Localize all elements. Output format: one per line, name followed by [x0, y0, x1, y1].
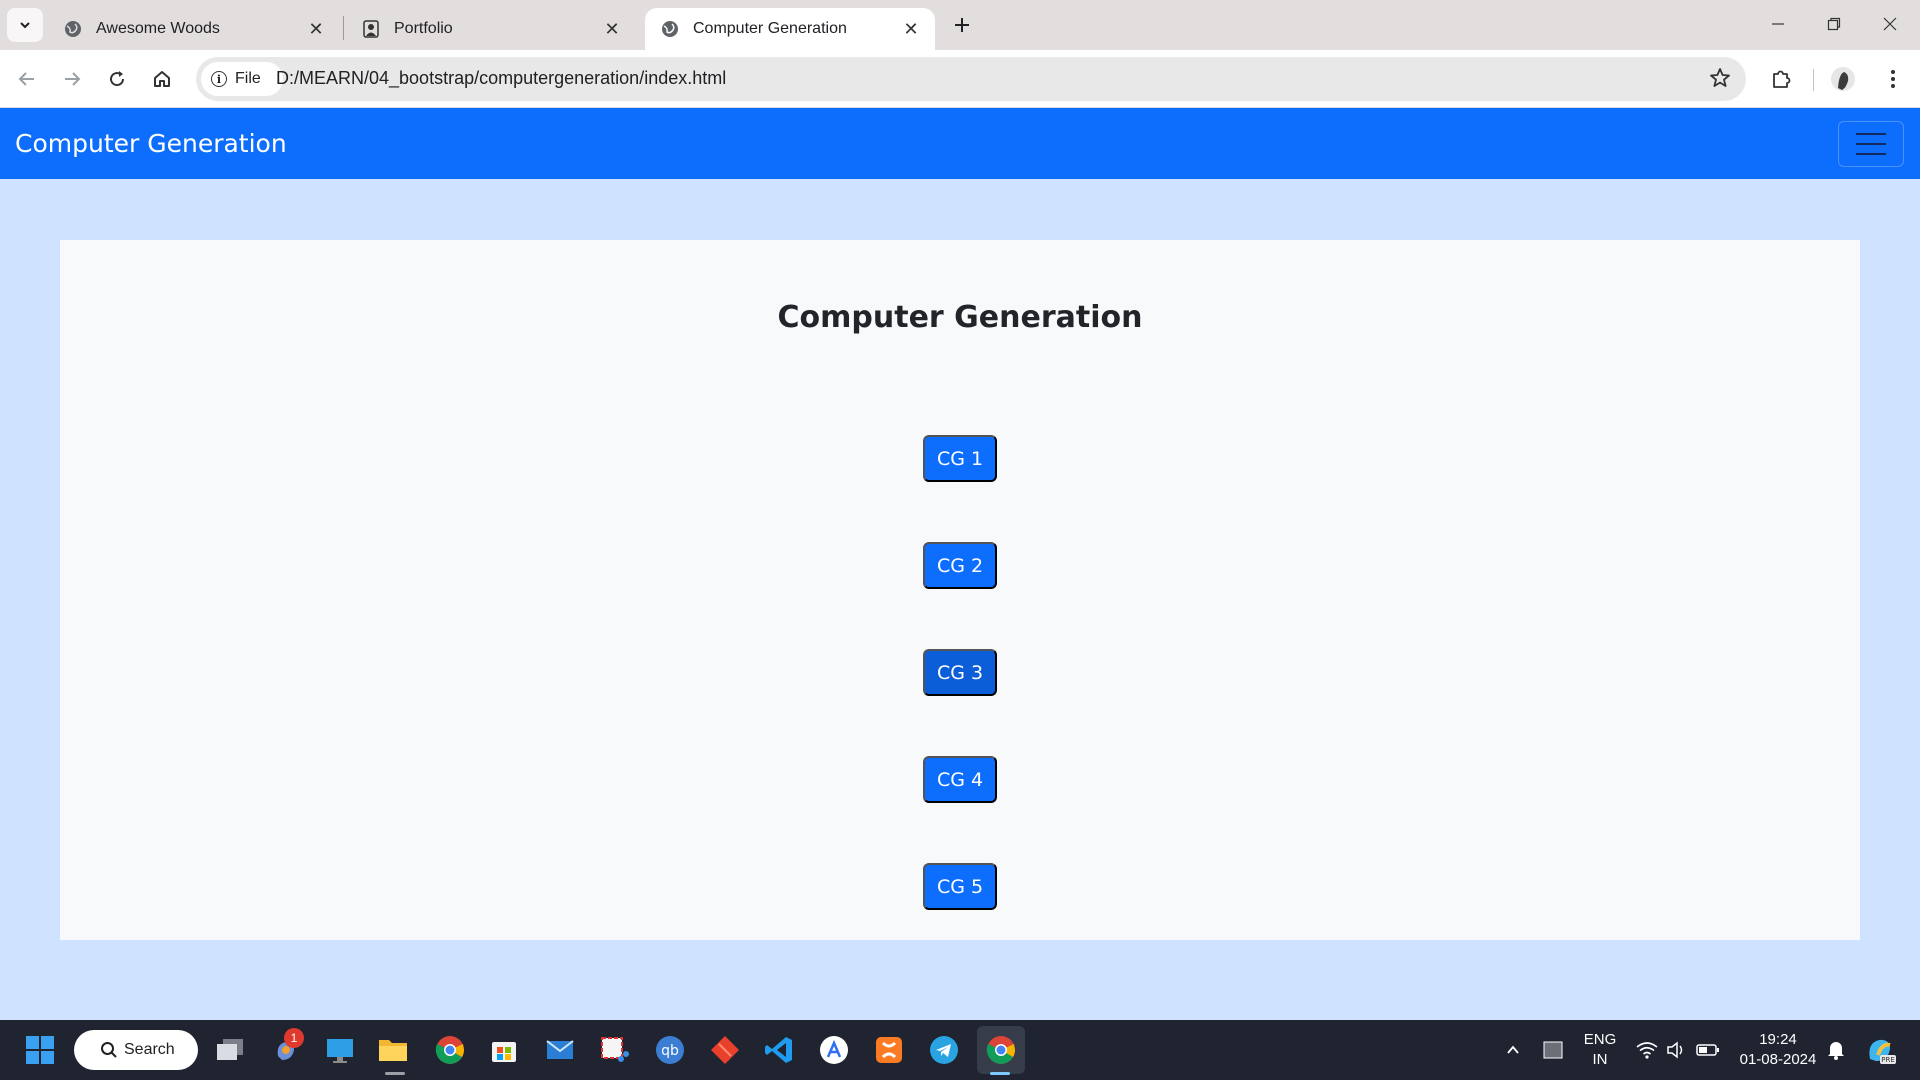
taskbar-search-label: Search — [124, 1041, 175, 1058]
restore-icon — [1827, 17, 1841, 31]
language-indicator[interactable]: ENG IN — [1578, 1030, 1622, 1070]
home-button[interactable] — [145, 62, 179, 96]
cg-5-button[interactable]: CG 5 — [923, 863, 997, 910]
windows-start-icon[interactable] — [24, 1034, 56, 1066]
tray-app-icon[interactable] — [1537, 1034, 1569, 1066]
page-title: Computer Generation — [777, 300, 1143, 335]
search-icon — [101, 1042, 117, 1058]
tab-title: Computer Generation — [693, 20, 847, 37]
cg-3-button[interactable]: CG 3 — [923, 649, 997, 696]
tab-awesome-woods[interactable]: Awesome Woods ✕ — [48, 8, 340, 50]
chevron-up-icon[interactable] — [1497, 1034, 1529, 1066]
site-chip-label: File — [235, 70, 261, 87]
language-code: ENG — [1583, 1031, 1617, 1048]
close-window-button[interactable] — [1862, 0, 1918, 48]
chevron-down-icon — [20, 22, 30, 29]
navbar-toggler-button[interactable] — [1838, 121, 1904, 167]
toolbar-divider — [1813, 69, 1814, 91]
user-portfolio-icon — [362, 20, 380, 38]
notification-badge: 1 — [284, 1028, 304, 1048]
region-code: IN — [1592, 1051, 1608, 1068]
chrome-active-icon[interactable] — [985, 1034, 1017, 1066]
cg-2-button[interactable]: CG 2 — [923, 542, 997, 589]
snipping-tool-icon[interactable] — [598, 1034, 630, 1066]
wifi-icon[interactable] — [1631, 1034, 1663, 1066]
active-app-indicator — [990, 1072, 1010, 1075]
chrome-icon[interactable] — [434, 1034, 466, 1066]
reload-icon — [110, 71, 125, 87]
close-icon[interactable]: ✕ — [899, 17, 923, 41]
battery-icon[interactable] — [1692, 1034, 1724, 1066]
volume-icon[interactable] — [1660, 1034, 1692, 1066]
copilot-pre-icon[interactable]: PRE — [1864, 1034, 1896, 1066]
browser-tab-strip: Awesome Woods ✕ Portfolio ✕ Computer Gen… — [0, 0, 1920, 50]
page-navbar: Computer Generation — [0, 108, 1920, 179]
svg-text:qb: qb — [661, 1043, 679, 1059]
running-indicator — [385, 1072, 405, 1075]
mail-icon[interactable] — [544, 1034, 576, 1066]
globe-icon — [64, 20, 82, 38]
hamburger-icon-line — [1856, 133, 1886, 135]
xampp-icon[interactable] — [873, 1034, 905, 1066]
browser-toolbar: i File D:/MEARN/04_bootstrap/computergen… — [0, 50, 1920, 108]
profile-button[interactable] — [1826, 62, 1860, 96]
url-text[interactable]: D:/MEARN/04_bootstrap/computergeneration… — [276, 68, 726, 89]
cg-1-button[interactable]: CG 1 — [923, 435, 997, 482]
qbittorrent-icon[interactable]: qb — [654, 1034, 686, 1066]
more-vertical-icon — [1891, 70, 1895, 88]
desktop-icon[interactable] — [324, 1034, 356, 1066]
address-bar[interactable]: i File D:/MEARN/04_bootstrap/computergen… — [196, 57, 1746, 101]
tab-title: Awesome Woods — [96, 20, 220, 37]
file-explorer-icon[interactable] — [377, 1034, 409, 1066]
reload-button[interactable] — [100, 62, 134, 96]
forward-arrow-icon — [65, 72, 81, 86]
clock-time: 19:24 — [1759, 1031, 1797, 1048]
git-icon[interactable] — [709, 1034, 741, 1066]
task-view-icon[interactable] — [214, 1034, 246, 1066]
close-icon[interactable]: ✕ — [600, 17, 624, 41]
navbar-brand[interactable]: Computer Generation — [15, 129, 287, 158]
content-card: Computer Generation CG 1 CG 2 CG 3 CG 4 … — [60, 240, 1860, 940]
close-icon[interactable]: ✕ — [304, 17, 328, 41]
tab-portfolio[interactable]: Portfolio ✕ — [346, 8, 636, 50]
site-info-chip[interactable]: i File — [201, 62, 283, 96]
clock-date: 01-08-2024 — [1739, 1051, 1817, 1068]
tab-computer-generation[interactable]: Computer Generation ✕ — [645, 8, 935, 50]
vscode-icon[interactable] — [763, 1034, 795, 1066]
svg-text:PRE: PRE — [1881, 1056, 1895, 1064]
home-icon — [154, 71, 170, 87]
browser-menu-button[interactable] — [1876, 62, 1910, 96]
forward-button[interactable] — [55, 62, 89, 96]
notification-bell-icon[interactable] — [1820, 1034, 1852, 1066]
taskbar-search[interactable]: Search — [74, 1030, 198, 1070]
store-icon[interactable] — [488, 1034, 520, 1066]
new-tab-button[interactable] — [948, 10, 976, 40]
restore-button[interactable] — [1806, 0, 1862, 48]
tab-separator — [343, 16, 344, 40]
hamburger-icon-line — [1856, 153, 1886, 155]
back-arrow-icon — [18, 72, 34, 86]
app-store-icon[interactable] — [818, 1034, 850, 1066]
telegram-icon[interactable] — [928, 1034, 960, 1066]
close-icon — [1883, 17, 1897, 31]
info-icon: i — [211, 71, 227, 87]
back-button[interactable] — [10, 62, 44, 96]
tab-search-button[interactable] — [7, 8, 43, 42]
tab-title: Portfolio — [394, 20, 453, 37]
puzzle-icon — [1773, 70, 1791, 88]
cg-4-button[interactable]: CG 4 — [923, 756, 997, 803]
plus-icon — [955, 18, 969, 32]
globe-icon — [661, 20, 679, 38]
clock[interactable]: 19:24 01-08-2024 — [1732, 1030, 1824, 1070]
minimize-icon — [1772, 23, 1784, 25]
avatar — [1831, 67, 1855, 91]
extensions-button[interactable] — [1764, 62, 1798, 96]
bookmark-star-icon[interactable] — [1708, 66, 1732, 95]
minimize-button[interactable] — [1750, 0, 1806, 48]
hamburger-icon-line — [1856, 143, 1886, 145]
